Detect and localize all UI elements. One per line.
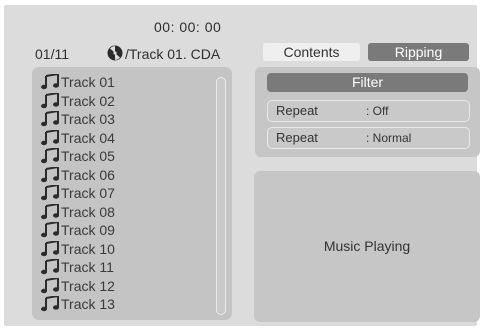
repeat-mode-setting[interactable]: Repeat : Normal [267,127,470,149]
track-label: Track 01 [61,74,115,91]
track-item[interactable]: Track 03 [40,110,115,129]
track-label: Track 02 [61,92,115,109]
track-item[interactable]: Track 02 [40,92,115,111]
setting-label: Repeat [276,103,318,118]
music-note-icon [41,166,59,182]
track-label: Track 12 [61,277,115,294]
track-label: Track 09 [61,222,115,239]
music-note-icon [41,74,59,90]
music-note-icon [41,185,59,201]
track-item[interactable]: Track 09 [40,221,115,240]
music-note-icon [41,259,59,275]
setting-value: : Off [366,104,389,118]
music-note-icon [41,92,59,108]
disc-icon [107,45,123,61]
track-label: Track 03 [61,111,115,128]
track-label: Track 10 [61,240,115,257]
track-label: Track 04 [61,129,115,146]
music-note-icon [41,111,59,127]
playback-time: 00: 00: 00 [154,19,222,35]
repeat-setting[interactable]: Repeat : Off [267,100,470,122]
music-note-icon [41,240,59,256]
track-label: Track 11 [61,259,114,276]
playback-status: Music Playing [323,238,411,254]
track-item[interactable]: Track 11 [40,258,115,277]
track-item[interactable]: Track 05 [40,147,115,166]
music-note-icon [41,222,59,238]
track-label: Track 05 [61,148,115,165]
track-item[interactable]: Track 08 [40,203,115,222]
track-item[interactable]: Track 04 [40,129,115,148]
track-label: Track 13 [61,296,115,313]
track-counter: 01/11 [35,46,69,62]
track-item[interactable]: Track 13 [40,295,115,314]
track-label: Track 08 [61,203,115,220]
current-file-path: /Track 01. CDA [125,46,221,62]
track-label: Track 07 [61,185,115,202]
track-item[interactable]: Track 07 [40,184,115,203]
setting-label: Repeat [276,130,318,145]
filter-button[interactable]: Filter [267,73,468,92]
track-item[interactable]: Track 06 [40,166,115,185]
track-list-panel: Track 01 Track 02 Track 03 Track 04 Trac… [32,67,232,320]
music-note-icon [41,148,59,164]
music-note-icon [41,203,59,219]
screen: 00: 00: 00 01/11 /Track 01. CDA Track 01… [4,5,480,326]
track-item[interactable]: Track 01 [40,73,115,92]
status-panel: Music Playing [254,171,480,322]
music-note-icon [41,277,59,293]
track-list: Track 01 Track 02 Track 03 Track 04 Trac… [40,73,115,314]
setting-value: : Normal [366,131,412,145]
track-list-scrollbar[interactable] [216,77,226,315]
track-item[interactable]: Track 10 [40,240,115,259]
settings-panel: Filter Repeat : Off Repeat : Normal [255,67,480,157]
tab-ripping[interactable]: Ripping [368,43,469,61]
music-note-icon [41,129,59,145]
track-item[interactable]: Track 12 [40,277,115,296]
music-note-icon [41,296,59,312]
track-label: Track 06 [61,166,115,183]
tab-contents[interactable]: Contents [263,43,360,61]
